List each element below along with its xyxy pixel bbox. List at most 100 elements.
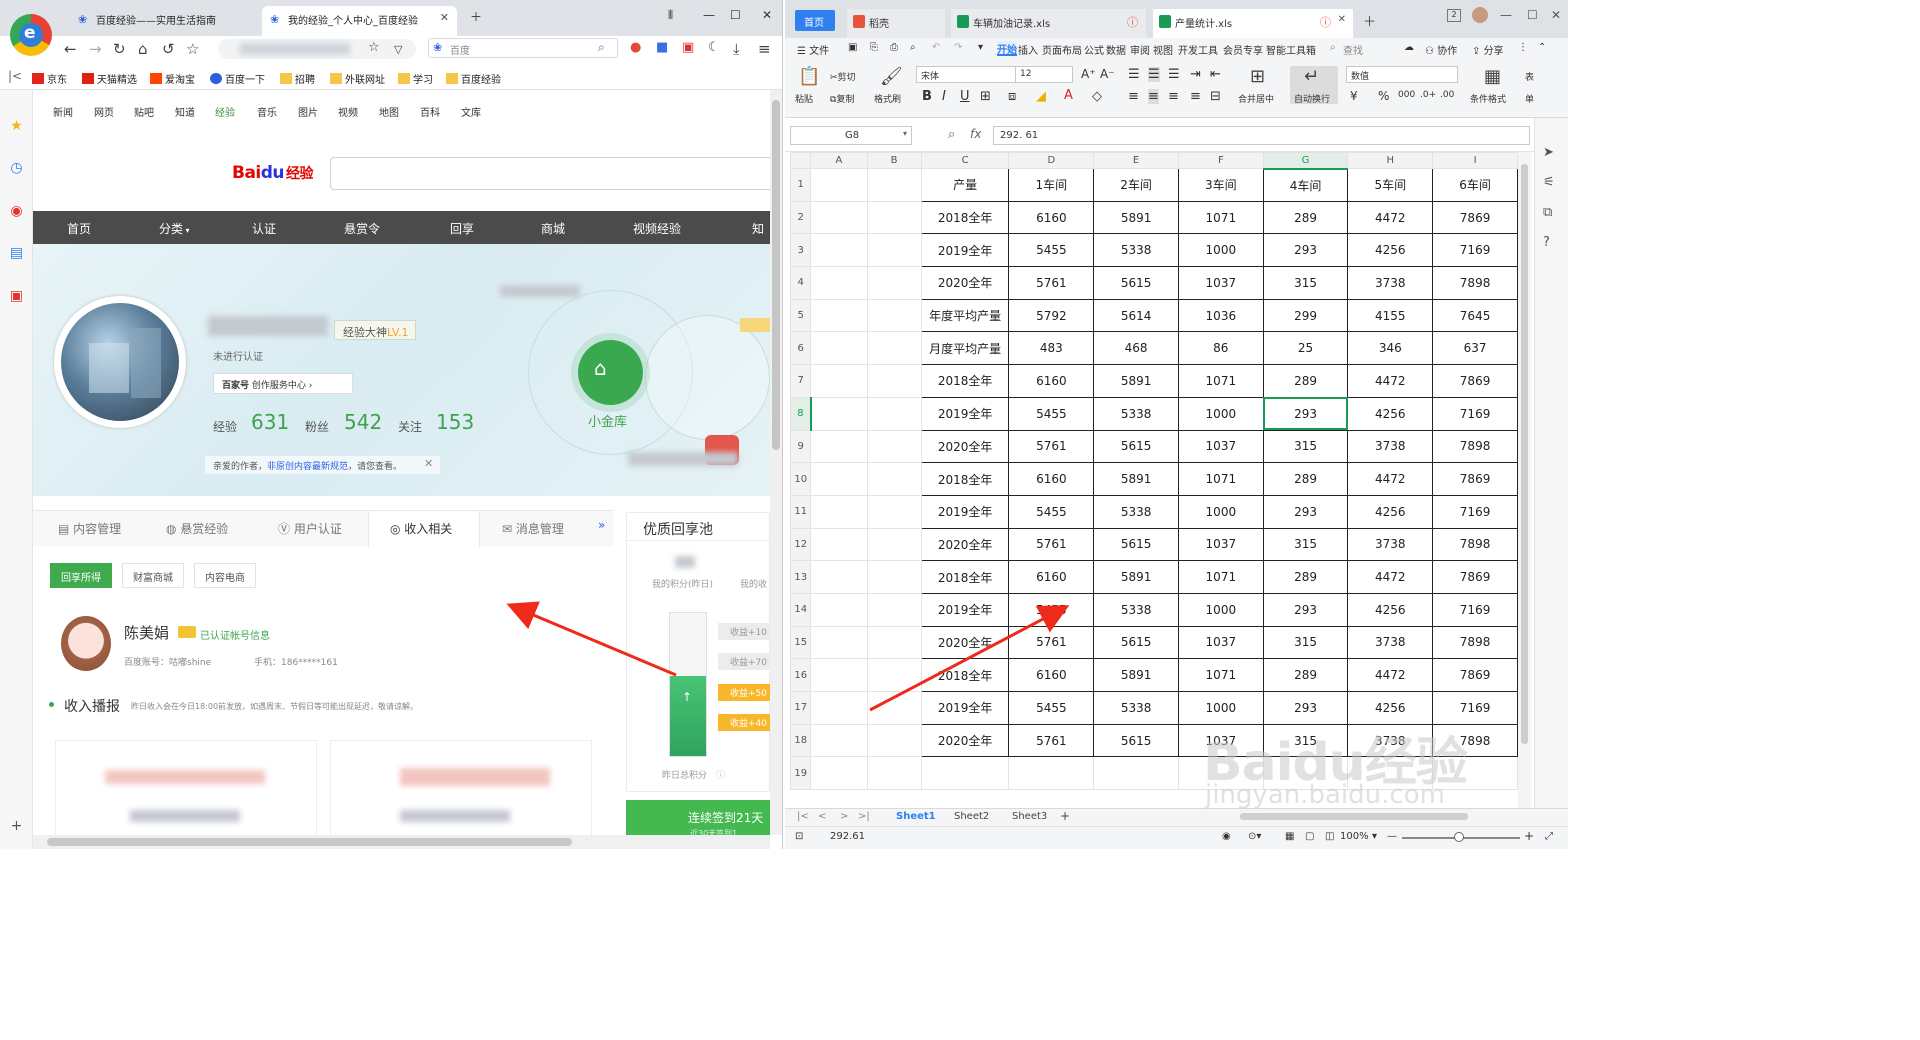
cell[interactable]: 7869 (1432, 200, 1518, 235)
grow-font-icon[interactable]: A⁺ (1081, 67, 1096, 81)
column-header[interactable]: G (1262, 152, 1349, 170)
cell[interactable]: 5615 (1093, 723, 1179, 758)
menu-start[interactable]: 开始 (997, 41, 1017, 56)
reload-icon[interactable]: ↻ (113, 40, 126, 58)
cell[interactable]: 7169 (1432, 396, 1518, 431)
cell[interactable]: 293 (1262, 494, 1349, 529)
cell[interactable] (1093, 756, 1179, 791)
align-center-icon[interactable]: ≡ (1148, 89, 1159, 104)
bookmark-taobao[interactable]: 爱淘宝 (150, 71, 195, 86)
thousands-icon[interactable]: 000 (1398, 90, 1415, 100)
export-icon[interactable]: ⎘ (870, 42, 878, 53)
cell[interactable] (810, 756, 868, 791)
menu-insert[interactable]: 插入 (1018, 42, 1038, 57)
shrink-font-icon[interactable]: A⁻ (1100, 67, 1115, 81)
cell[interactable]: 5792 (1008, 298, 1095, 333)
format-painter-button[interactable]: 格式刷 (874, 92, 901, 105)
row-header[interactable]: 14 (790, 592, 812, 627)
column-header[interactable]: I (1432, 152, 1518, 169)
cell[interactable]: 289 (1262, 462, 1349, 496)
cell[interactable] (810, 723, 868, 758)
cell[interactable]: 4472 (1347, 200, 1434, 235)
cell[interactable]: 1071 (1177, 658, 1264, 692)
stat-value-follow[interactable]: 153 (436, 410, 474, 434)
paste-icon[interactable]: 📋 (798, 66, 820, 87)
cell[interactable] (866, 658, 922, 692)
close-window-icon[interactable]: ✕ (762, 8, 772, 22)
row-header[interactable]: 18 (790, 723, 812, 758)
cell[interactable]: 5891 (1093, 200, 1179, 235)
cell[interactable]: 5891 (1093, 658, 1179, 692)
column-header[interactable]: H (1347, 152, 1434, 169)
cell[interactable]: 315 (1262, 625, 1349, 660)
bookmark-jobs[interactable]: 招聘 (280, 71, 315, 86)
cell[interactable] (810, 592, 868, 627)
cell[interactable]: 5615 (1093, 429, 1179, 464)
tab-bounty[interactable]: ◍ 悬赏经验 (166, 520, 228, 537)
cell[interactable]: 5455 (1008, 494, 1095, 529)
zoom-value[interactable]: 100% (1340, 831, 1369, 842)
format-painter-icon[interactable]: 🖌 (880, 66, 903, 87)
cards-icon[interactable]: ▤ (8, 245, 25, 262)
italic-icon[interactable]: I (942, 89, 946, 104)
add-sidebar-icon[interactable]: + (8, 818, 25, 835)
menu-mall[interactable]: 商城 (541, 220, 565, 237)
cell[interactable]: 2019全年 (920, 592, 1010, 627)
row-header[interactable]: 2 (790, 200, 812, 235)
cell[interactable]: 1车间 (1008, 168, 1095, 202)
row-header[interactable]: 9 (790, 429, 812, 464)
menu-file[interactable]: ☰ 文件 (797, 42, 829, 57)
night-mode-icon[interactable]: ☾ (708, 40, 720, 55)
cell[interactable] (866, 266, 922, 300)
cell[interactable] (810, 494, 868, 529)
cell[interactable]: 5615 (1093, 625, 1179, 660)
cell[interactable]: 5761 (1008, 723, 1095, 758)
indent-icon[interactable]: ⇥ (1190, 67, 1201, 82)
search-icon[interactable]: ⌕ (598, 40, 605, 55)
download-icon[interactable]: ⤓ (733, 40, 740, 58)
cell[interactable] (866, 168, 922, 202)
zoom-icon[interactable]: ⌕ (948, 127, 955, 142)
bookmark-star-icon[interactable]: ☆ (368, 40, 380, 55)
cell[interactable]: 5338 (1093, 691, 1179, 725)
help-icon[interactable]: ⓘ (716, 768, 725, 781)
cell[interactable]: 1071 (1177, 364, 1264, 398)
close-tab-icon[interactable]: ✕ (440, 11, 449, 24)
sidebar-toggle-icon[interactable]: |< (8, 69, 22, 83)
cell[interactable]: 7898 (1432, 266, 1518, 300)
row-header[interactable]: 17 (790, 691, 812, 725)
cell[interactable]: 7869 (1432, 560, 1518, 594)
cell[interactable]: 1071 (1177, 560, 1264, 594)
bookmark-jd[interactable]: 京东 (32, 71, 67, 86)
dropdown-icon[interactable]: ▾ (978, 42, 983, 53)
bookmark-links[interactable]: 外联网址 (330, 71, 385, 86)
prev-sheet-icon[interactable]: < (818, 811, 826, 822)
cell[interactable] (810, 527, 868, 562)
game-icon[interactable]: ● (630, 40, 641, 55)
collapse-icon[interactable]: ⌃ (1538, 42, 1546, 53)
cell[interactable] (866, 462, 922, 496)
cell[interactable]: 7898 (1432, 429, 1518, 464)
cell[interactable]: 1000 (1177, 494, 1264, 529)
cell[interactable]: 483 (1008, 331, 1095, 366)
cell[interactable]: 2018全年 (920, 560, 1010, 594)
cell[interactable]: 2020全年 (920, 527, 1010, 562)
cond-format-icon[interactable]: ▦ (1484, 66, 1501, 87)
cell[interactable] (866, 494, 922, 529)
jingyan-search-input[interactable] (330, 157, 780, 190)
cell[interactable]: 6160 (1008, 462, 1095, 496)
cell[interactable] (866, 592, 922, 627)
font-select[interactable]: 宋体 (916, 66, 1016, 83)
cell[interactable]: 1037 (1177, 429, 1264, 464)
cell[interactable] (866, 298, 922, 333)
cell[interactable]: 2020全年 (920, 625, 1010, 660)
menu-review[interactable]: 审阅 (1130, 42, 1150, 57)
row-header[interactable]: 15 (790, 625, 812, 660)
top-nav-video[interactable]: 视频 (338, 104, 358, 119)
menu-dev-tools[interactable]: 开发工具 (1178, 42, 1218, 57)
cell[interactable] (866, 691, 922, 725)
align-top-icon[interactable]: ☰ (1128, 67, 1140, 82)
cell[interactable]: 3738 (1347, 527, 1434, 562)
back-icon[interactable]: ← (64, 40, 77, 58)
cell[interactable] (866, 527, 922, 562)
